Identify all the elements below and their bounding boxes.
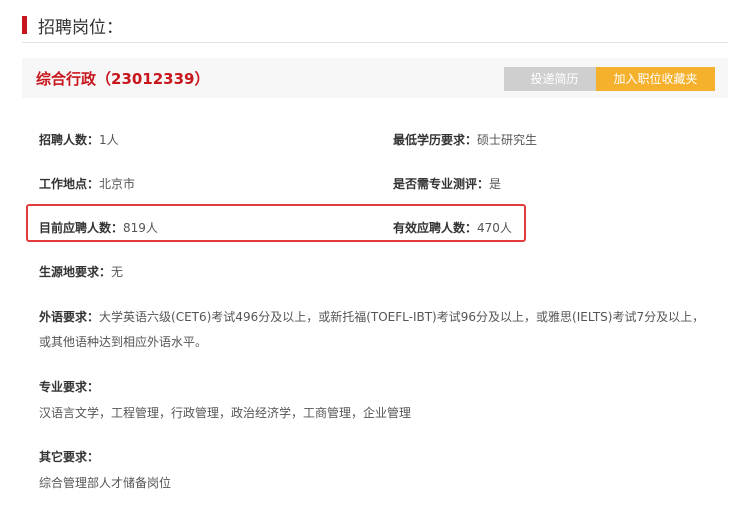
- field-value: 819人: [123, 221, 158, 235]
- field-value: 1人: [99, 133, 119, 147]
- other-label: 其它要求：: [39, 450, 100, 464]
- section-accent-bar: [22, 16, 27, 34]
- field-origin: 生源地要求：无: [39, 263, 123, 280]
- field-label: 目前应聘人数：: [39, 221, 124, 235]
- field-value: 北京市: [99, 177, 136, 191]
- major-label: 专业要求：: [39, 380, 100, 394]
- language-continued: 或其他语种达到相应外语水平。: [39, 335, 208, 349]
- job-header: 综合行政（23012339） 投递简历 加入职位收藏夹: [22, 58, 728, 98]
- field-value: 是: [489, 177, 502, 191]
- field-language: 外语要求：大学英语六级(CET6)考试496分及以上，或新托福(TOEFL-IB…: [39, 308, 704, 325]
- section-title: 招聘岗位：: [38, 18, 123, 38]
- field-label: 外语要求：: [39, 310, 100, 324]
- field-label: 是否需专业测评：: [393, 177, 490, 191]
- field-label: 有效应聘人数：: [393, 221, 478, 235]
- field-label: 招聘人数：: [39, 133, 100, 147]
- field-current-applicants: 目前应聘人数：819人: [39, 219, 158, 236]
- field-label: 工作地点：: [39, 177, 100, 191]
- field-education: 最低学历要求：硕士研究生: [393, 131, 537, 148]
- major-value: 汉语言文学，工程管理，行政管理，政治经济学，工商管理，企业管理: [39, 406, 412, 420]
- section-header: 招聘岗位：: [22, 12, 728, 43]
- field-value: 大学英语六级(CET6)考试496分及以上，或新托福(TOEFL-IBT)考试9…: [99, 310, 705, 324]
- field-headcount: 招聘人数：1人: [39, 131, 119, 148]
- job-title: 综合行政（23012339）: [36, 70, 210, 88]
- field-value: 470人: [477, 221, 512, 235]
- field-assessment: 是否需专业测评：是: [393, 175, 501, 192]
- field-value: 无: [111, 265, 124, 279]
- other-value: 综合管理部人才储备岗位: [39, 476, 172, 490]
- field-label: 最低学历要求：: [393, 133, 478, 147]
- field-location: 工作地点：北京市: [39, 175, 135, 192]
- add-to-favorites-button[interactable]: 加入职位收藏夹: [596, 67, 715, 91]
- field-label: 生源地要求：: [39, 265, 112, 279]
- field-value: 硕士研究生: [477, 133, 538, 147]
- field-valid-applicants: 有效应聘人数：470人: [393, 219, 512, 236]
- submit-resume-button[interactable]: 投递简历: [504, 67, 605, 91]
